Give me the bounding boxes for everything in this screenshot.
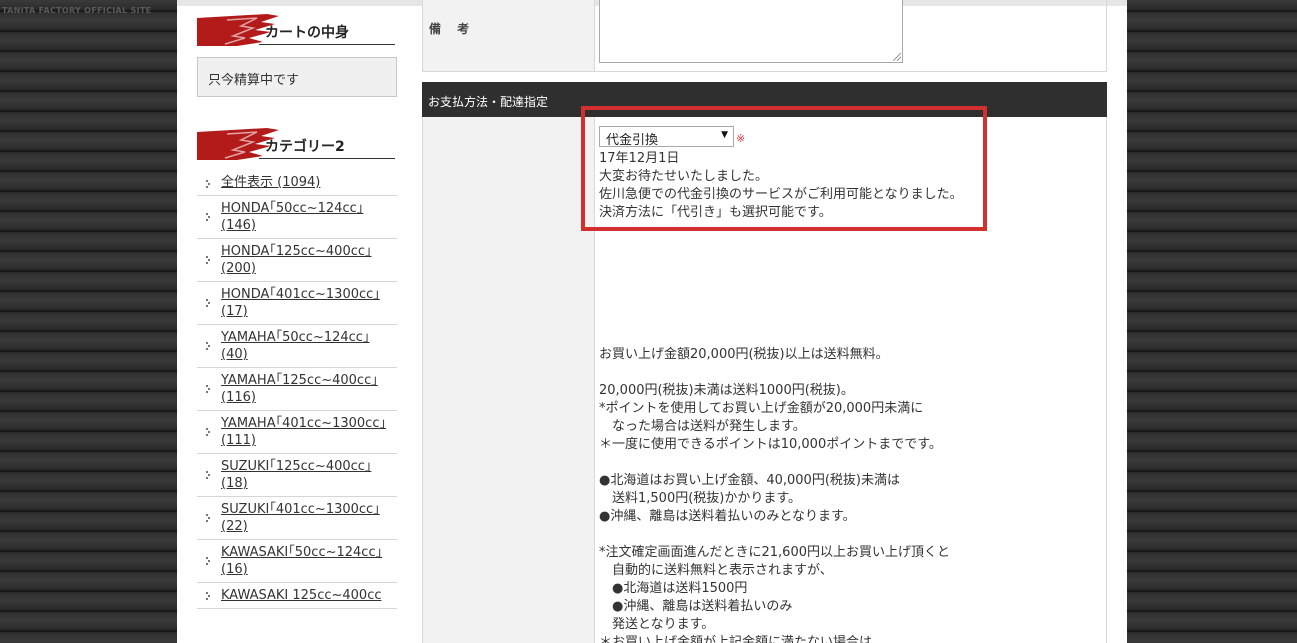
cart-heading: カートの中身 — [197, 10, 397, 50]
highlight-annotation-box — [581, 106, 987, 231]
category-link[interactable]: HONDA｢401cc~1300cc｣(17) — [221, 287, 380, 319]
list-item: YAMAHA｢50cc~124cc｣(40) — [197, 325, 397, 368]
shipping-info-text: お買い上げ金額20,000円(税抜)以上は送料無料。 20,000円(税抜)未満… — [599, 347, 950, 643]
list-item: SUZUKI｢125cc~400cc｣(18) — [197, 454, 397, 497]
note-label: 備 考 — [423, 0, 595, 71]
list-item: KAWASAKI｢50cc~124cc｣(16) — [197, 540, 397, 583]
bullet-icon — [206, 213, 211, 221]
note-textarea[interactable] — [599, 0, 903, 63]
list-item: YAMAHA｢125cc~400cc｣(116) — [197, 368, 397, 411]
heading-rule — [259, 158, 395, 159]
category-link[interactable]: SUZUKI｢401cc~1300cc｣(22) — [221, 502, 380, 534]
bullet-icon — [206, 299, 211, 307]
list-item: KAWASAKI 125cc~400cc — [197, 583, 397, 609]
list-item: YAMAHA｢401cc~1300cc｣(111) — [197, 411, 397, 454]
list-item: 全件表示 (1094) — [197, 172, 397, 196]
resize-grip-icon[interactable] — [893, 53, 901, 61]
category-link[interactable]: YAMAHA｢125cc~400cc｣(116) — [221, 373, 378, 405]
bullet-icon — [206, 428, 211, 436]
list-item: HONDA｢50cc~124cc｣(146) — [197, 196, 397, 239]
payment-section-body: 代金引換 ▼ ※ 17年12月1日 大変お待たせいたしました。 佐川急便での代金… — [422, 106, 1107, 643]
category-link[interactable]: YAMAHA｢401cc~1300cc｣(111) — [221, 416, 386, 448]
category-list: 全件表示 (1094) HONDA｢50cc~124cc｣(146) HONDA… — [197, 172, 397, 609]
bullet-icon — [206, 471, 211, 479]
bullet-icon — [206, 385, 211, 393]
category-link[interactable]: HONDA｢50cc~124cc｣(146) — [221, 201, 363, 233]
page-container: カートの中身 只今精算中です カテゴリー2 全件表示 (1094) HONDA｢… — [177, 0, 1127, 643]
payment-label-cell — [423, 117, 595, 643]
site-label: TANITA FACTORY OFFICIAL SITE — [2, 6, 152, 15]
category-link[interactable]: KAWASAKI 125cc~400cc — [221, 588, 382, 603]
bullet-icon — [206, 179, 211, 188]
note-row: 備 考 — [422, 0, 1107, 72]
sidebar: カートの中身 只今精算中です カテゴリー2 全件表示 (1094) HONDA｢… — [197, 10, 397, 609]
category-heading: カテゴリー2 — [197, 124, 397, 164]
heading-rule — [259, 44, 395, 45]
list-item: SUZUKI｢401cc~1300cc｣(22) — [197, 497, 397, 540]
category-link[interactable]: KAWASAKI｢50cc~124cc｣(16) — [221, 545, 382, 577]
category-link[interactable]: YAMAHA｢50cc~124cc｣(40) — [221, 330, 369, 362]
category-link[interactable]: 全件表示 (1094) — [221, 175, 320, 190]
cart-title: カートの中身 — [265, 25, 349, 41]
category-title: カテゴリー2 — [265, 139, 345, 155]
category-link[interactable]: SUZUKI｢125cc~400cc｣(18) — [221, 459, 371, 491]
category-link[interactable]: HONDA｢125cc~400cc｣(200) — [221, 244, 372, 276]
bullet-icon — [206, 557, 211, 565]
bullet-icon — [206, 591, 211, 600]
list-item: HONDA｢125cc~400cc｣(200) — [197, 239, 397, 282]
bullet-icon — [206, 256, 211, 264]
bullet-icon — [206, 514, 211, 522]
cart-status-box: 只今精算中です — [197, 57, 397, 97]
bullet-icon — [206, 342, 211, 350]
list-item: HONDA｢401cc~1300cc｣(17) — [197, 282, 397, 325]
